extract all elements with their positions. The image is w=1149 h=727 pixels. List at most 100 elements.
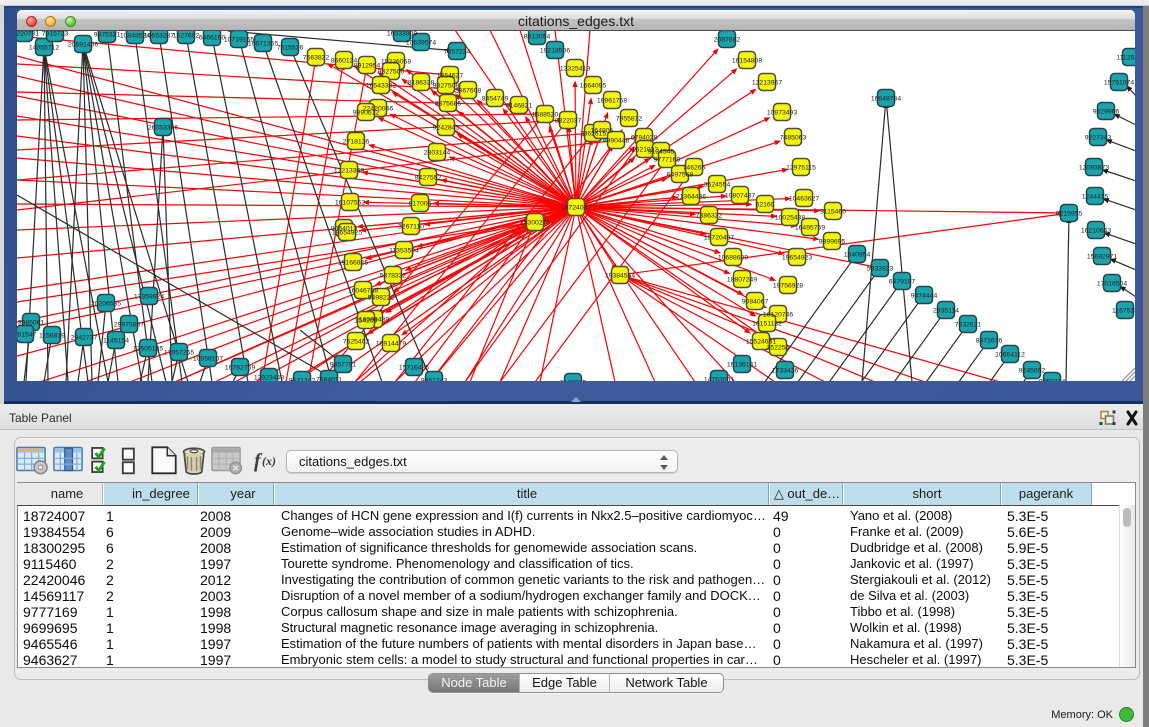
svg-text:1354627: 1354627 (437, 73, 464, 80)
svg-text:19166825: 19166825 (338, 260, 368, 267)
svg-text:2087682: 2087682 (714, 37, 741, 44)
svg-text:8454749: 8454749 (482, 96, 509, 103)
svg-text:16648784: 16648784 (871, 96, 901, 103)
svg-text:14055712: 14055712 (29, 45, 59, 52)
svg-text:2803144: 2803144 (424, 150, 451, 157)
svg-text:5498222: 5498222 (368, 295, 395, 302)
svg-text:1664095: 1664095 (580, 83, 607, 90)
svg-text:16782759: 16782759 (225, 365, 255, 372)
svg-text:5933923: 5933923 (867, 266, 894, 273)
svg-text:8990448: 8990448 (603, 138, 630, 145)
svg-text:13325419: 13325419 (560, 66, 590, 73)
svg-text:7357224: 7357224 (444, 49, 471, 56)
svg-text:7663822: 7663822 (303, 55, 330, 62)
svg-text:10958107: 10958107 (193, 356, 223, 363)
svg-text:11125341: 11125341 (1116, 55, 1135, 62)
svg-text:10688609: 10688609 (718, 255, 748, 262)
svg-text:6794028: 6794028 (631, 135, 658, 142)
svg-text:10973493: 10973493 (767, 110, 797, 117)
svg-text:9529966: 9529966 (1093, 109, 1120, 116)
svg-text:2867608: 2867608 (455, 88, 482, 95)
svg-text:11353594: 11353594 (389, 248, 419, 255)
svg-text:8322037: 8322037 (555, 118, 582, 125)
svg-text:9245652: 9245652 (1019, 368, 1046, 375)
svg-text:252254: 252254 (767, 345, 790, 352)
svg-text:3875685: 3875685 (435, 101, 462, 108)
svg-text:164805: 164805 (591, 128, 614, 135)
svg-text:12923448: 12923448 (254, 375, 284, 382)
svg-text:16151132: 16151132 (752, 321, 782, 328)
svg-text:6497568: 6497568 (667, 172, 694, 179)
svg-text:3985061: 3985061 (18, 320, 45, 327)
svg-text:17359924: 17359924 (134, 294, 164, 301)
svg-text:16154808: 16154808 (732, 58, 762, 65)
svg-text:7515526: 7515526 (277, 45, 304, 52)
svg-text:9146821: 9146821 (506, 103, 533, 110)
svg-text:9327500: 9327500 (378, 69, 405, 76)
svg-text:1145154: 1145154 (103, 338, 129, 345)
svg-text:3624554: 3624554 (704, 182, 731, 189)
svg-text:1733426: 1733426 (772, 368, 799, 375)
svg-text:17957255: 17957255 (164, 350, 194, 357)
svg-text:25300275: 25300275 (520, 220, 550, 227)
svg-text:21364436: 21364436 (676, 194, 706, 201)
svg-text:5878332: 5878332 (380, 273, 407, 280)
svg-text:10653287: 10653287 (144, 33, 174, 40)
svg-text:15716485: 15716485 (399, 365, 429, 372)
svg-text:9115460: 9115460 (820, 209, 846, 216)
svg-text:20206535: 20206535 (91, 301, 121, 308)
svg-text:7386322: 7386322 (696, 213, 723, 220)
svg-text:1156819: 1156819 (39, 333, 65, 340)
svg-text:3267110: 3267110 (398, 224, 424, 231)
svg-text:391547: 391547 (17, 332, 37, 339)
svg-text:20691406: 20691406 (68, 42, 98, 49)
svg-text:26053346: 26053346 (148, 125, 178, 132)
svg-text:7955812: 7955812 (616, 116, 643, 123)
svg-text:10807487: 10807487 (725, 193, 755, 200)
svg-text:9857791: 9857791 (330, 362, 357, 369)
svg-text:9242845: 9242845 (433, 125, 460, 132)
svg-text:9227343: 9227343 (1085, 135, 1112, 142)
svg-text:8427552: 8427552 (415, 175, 442, 182)
svg-text:1640954: 1640954 (844, 252, 871, 259)
svg-text:29975857: 29975857 (114, 322, 144, 329)
svg-text:7915723: 7915723 (42, 31, 69, 38)
svg-text:16210643: 16210643 (1081, 228, 1111, 235)
svg-text:746266: 746266 (683, 165, 706, 172)
svg-text:19384554: 19384554 (605, 273, 635, 280)
svg-text:7625402: 7625402 (343, 339, 370, 346)
svg-text:19756928: 19756928 (773, 283, 803, 290)
svg-text:6466160: 6466160 (199, 35, 226, 42)
svg-text:2718126: 2718126 (343, 139, 370, 146)
svg-text:10654112: 10654112 (995, 352, 1025, 359)
svg-text:8186328: 8186328 (408, 80, 435, 87)
svg-text:12093873: 12093873 (1079, 165, 1109, 172)
svg-text:16220731: 16220731 (17, 31, 39, 38)
svg-text:8813054: 8813054 (524, 34, 551, 41)
svg-text:7632621: 7632621 (955, 322, 982, 329)
svg-text:9474444: 9474444 (911, 293, 938, 300)
svg-text:1167533: 1167533 (1112, 308, 1135, 315)
svg-text:10639574: 10639574 (406, 40, 436, 47)
svg-text:18724007: 18724007 (561, 205, 591, 212)
svg-text:817006: 817006 (409, 201, 432, 208)
svg-text:8471676: 8471676 (976, 338, 1003, 345)
svg-text:8912954: 8912954 (354, 63, 381, 70)
svg-text:16033809: 16033809 (387, 31, 417, 38)
svg-text:19654923: 19654923 (782, 255, 812, 262)
svg-text:9875331: 9875331 (94, 32, 121, 39)
svg-text:9861243: 9861243 (421, 378, 448, 382)
svg-text:9084067: 9084067 (742, 299, 769, 306)
svg-text:9899695: 9899695 (819, 239, 846, 246)
svg-text:16136141: 16136141 (727, 362, 757, 369)
svg-text:16671355: 16671355 (248, 41, 278, 48)
svg-text:8123995: 8123995 (560, 380, 587, 382)
svg-text:15720407: 15720407 (704, 235, 734, 242)
svg-text:15751074: 15751074 (1104, 80, 1134, 87)
svg-text:2942737: 2942737 (71, 335, 98, 342)
svg-text:10463627: 10463627 (789, 196, 819, 203)
svg-text:16495759: 16495759 (795, 225, 825, 232)
svg-text:7684011: 7684011 (316, 377, 342, 382)
svg-text:9890612: 9890612 (353, 110, 380, 117)
svg-text:14763501: 14763501 (704, 377, 734, 382)
